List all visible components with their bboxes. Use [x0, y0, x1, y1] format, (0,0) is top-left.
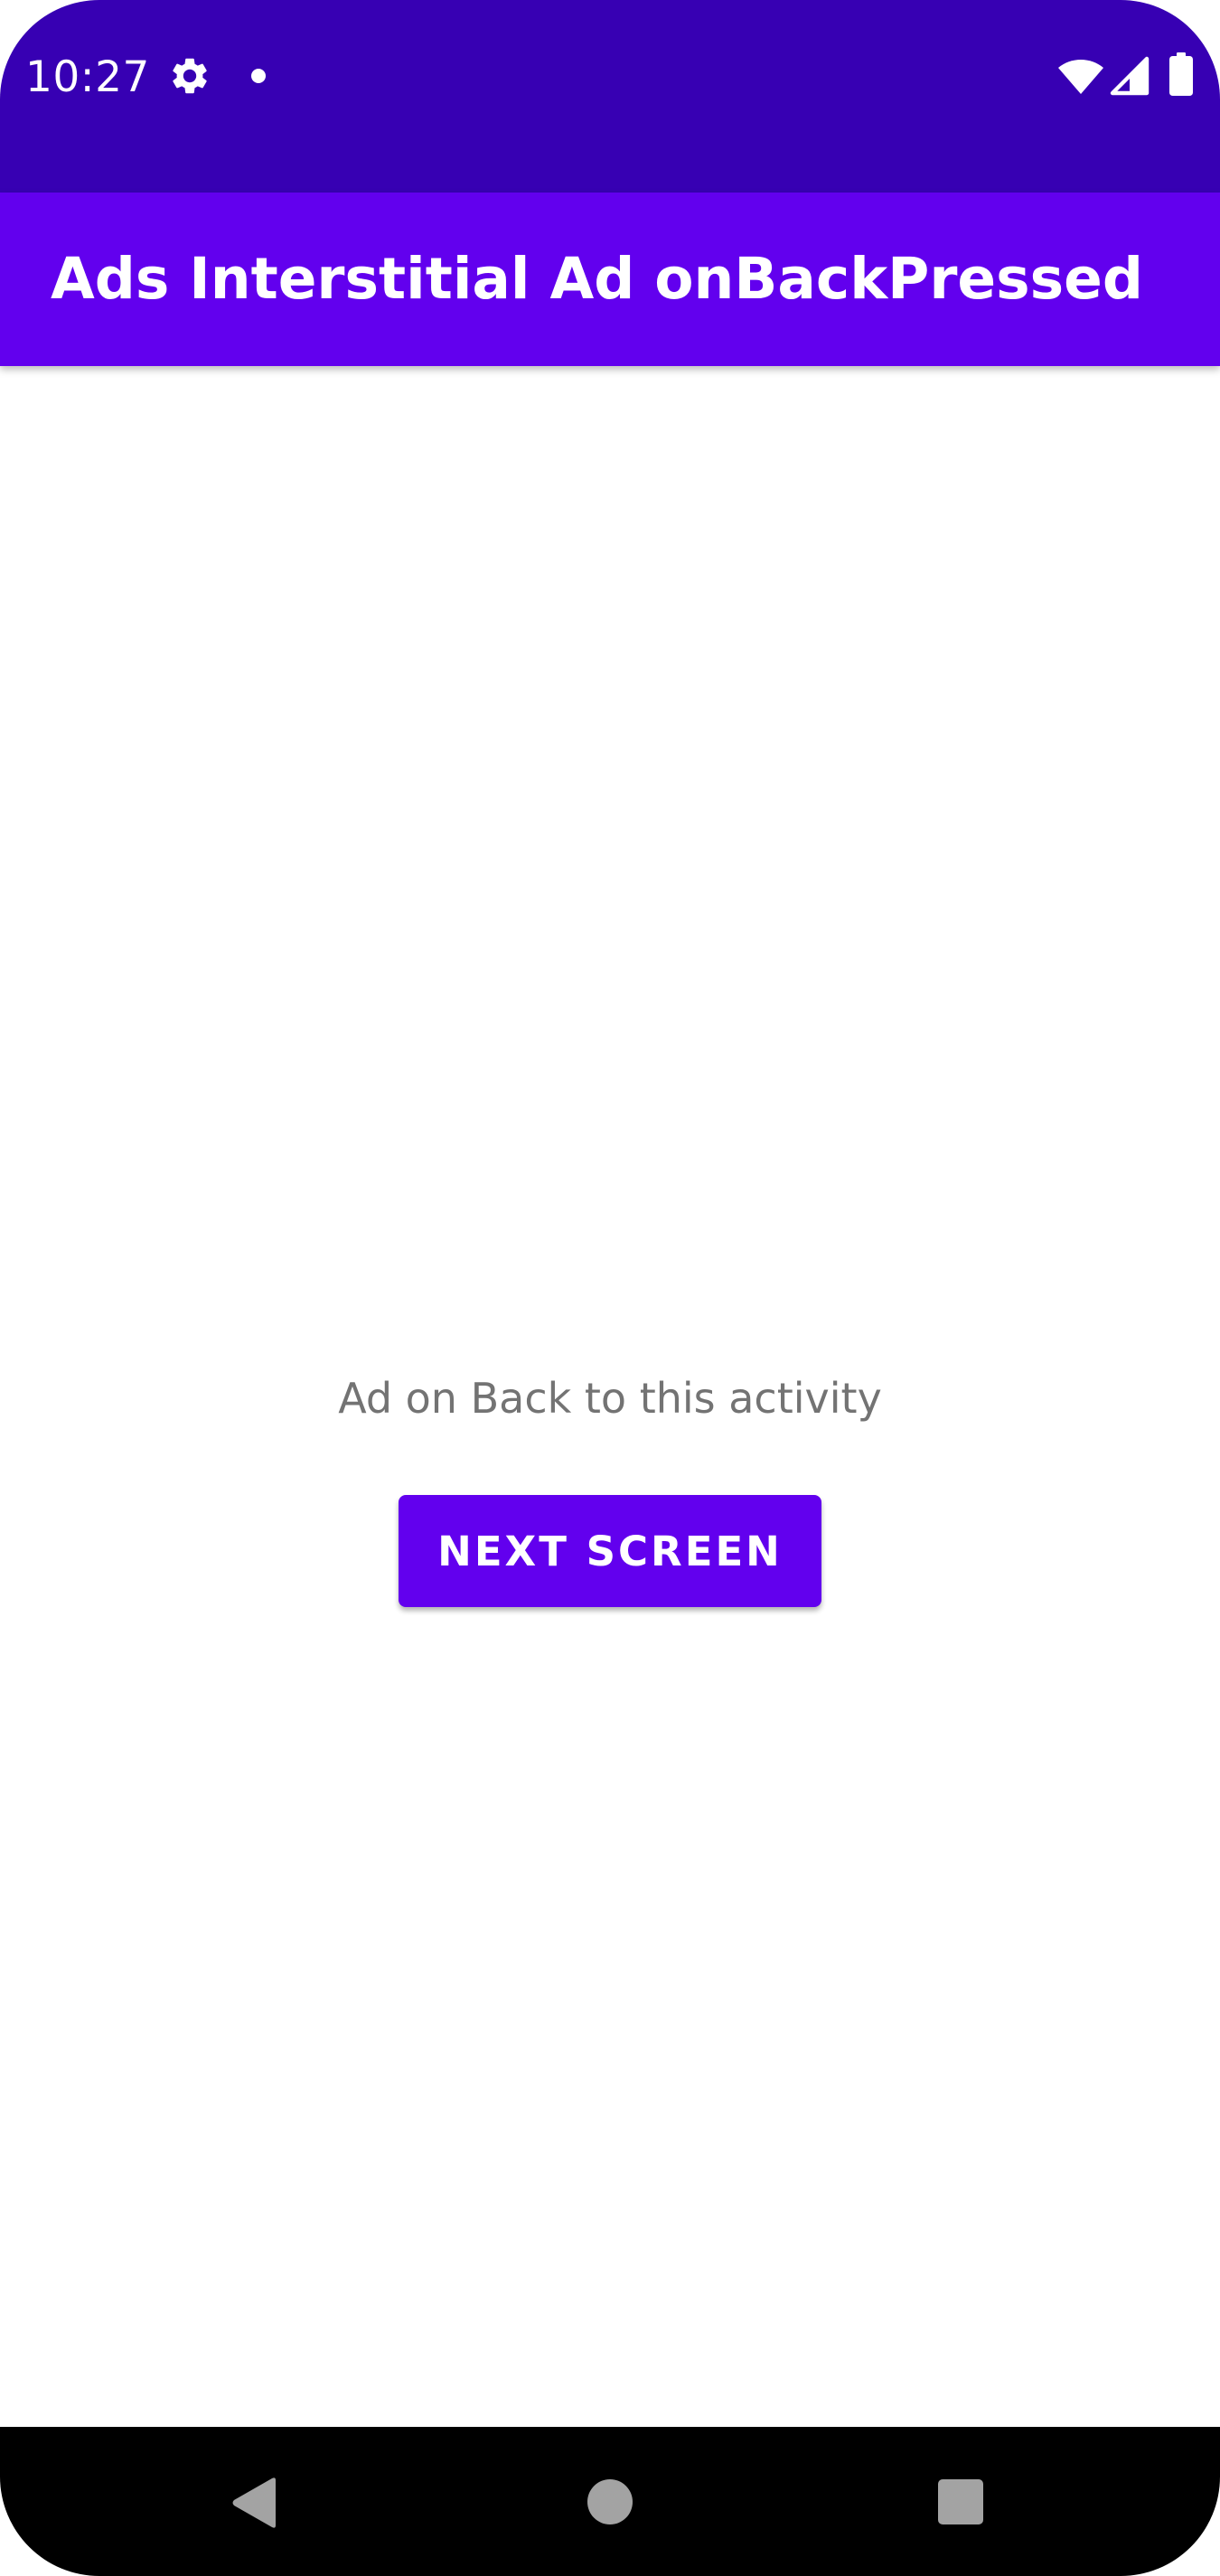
back-icon[interactable]	[230, 2477, 277, 2529]
signal-icon	[1110, 56, 1150, 96]
wifi-icon	[1058, 60, 1103, 94]
gear-icon	[173, 58, 207, 94]
app-title: Ads Interstitial Ad onBackPressed	[51, 246, 1143, 312]
app-bar: Ads Interstitial Ad onBackPressed	[0, 193, 1220, 366]
status-bar: 10:27	[0, 0, 1220, 193]
battery-icon	[1169, 52, 1193, 96]
status-time: 10:27	[25, 52, 150, 102]
home-icon[interactable]	[587, 2479, 633, 2524]
notification-dot-icon	[251, 69, 266, 83]
activity-message: Ad on Back to this activity	[338, 1374, 882, 1423]
main-content: Ad on Back to this activity NEXT SCREEN	[0, 366, 1220, 2427]
recents-icon[interactable]	[938, 2479, 983, 2524]
navigation-bar	[0, 2427, 1220, 2576]
phone-screen: 10:27 Ads Interstitial Ad onBackPressed …	[0, 0, 1220, 2576]
next-screen-button[interactable]: NEXT SCREEN	[399, 1495, 821, 1607]
